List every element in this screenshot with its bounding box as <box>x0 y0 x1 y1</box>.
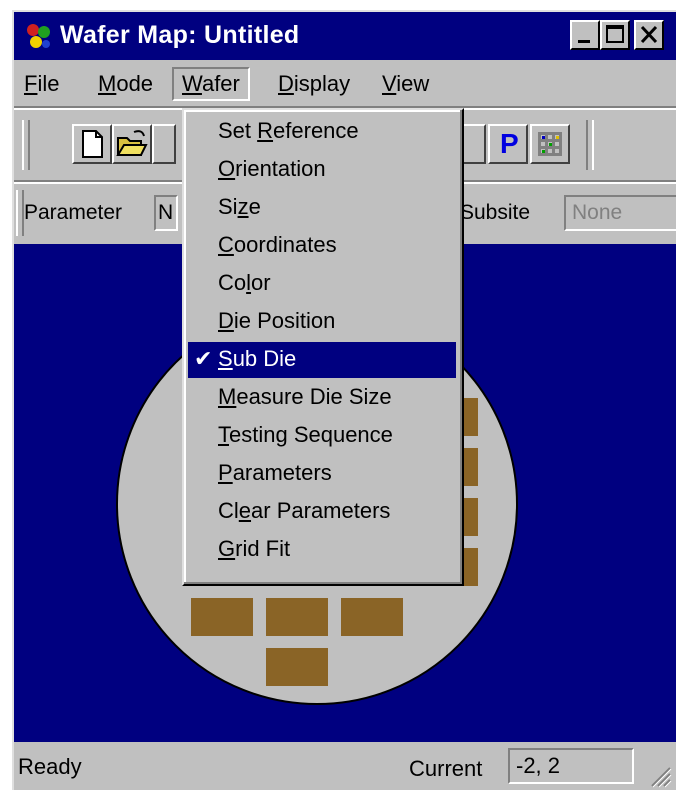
menu-file[interactable]: File <box>16 69 67 99</box>
wafer-menu-item[interactable]: Orientation <box>188 152 456 188</box>
status-text: Ready <box>18 754 82 779</box>
new-document-icon <box>82 130 103 158</box>
wafer-menu-dropdown: Set Reference Orientation Size Coordinates C… <box>182 108 464 586</box>
menu-mode[interactable]: Mode <box>90 69 161 99</box>
wafer-menu-item[interactable]: Measure Die Size <box>188 380 456 416</box>
current-die-value: -2, 2 <box>508 748 634 784</box>
wafer-menu-item[interactable]: Grid Fit <box>188 532 456 568</box>
checkmark-icon: ✔ <box>194 346 213 371</box>
wafer-menu-item[interactable]: Testing Sequence <box>188 418 456 454</box>
main-window: Wafer Map: Untitled File Mode Wafer Disp… <box>12 10 676 790</box>
wafer-map-icon <box>27 24 50 48</box>
grid-icon <box>538 132 562 156</box>
grid-button[interactable] <box>530 124 570 164</box>
wafer-menu-item[interactable]: Die Position <box>188 304 456 340</box>
menu-view[interactable]: View <box>374 69 437 99</box>
wafer-menu-item[interactable]: Coordinates <box>188 228 456 264</box>
menu-bar: File Mode Wafer Display View <box>14 62 676 106</box>
wafer-menu-item[interactable]: Size <box>188 190 456 226</box>
wafer-menu-item[interactable]: ✔ Sub Die <box>188 342 456 378</box>
toolbar-divider <box>586 120 594 170</box>
subsite-select[interactable]: None <box>564 195 676 231</box>
toolbar-grip[interactable] <box>22 120 30 170</box>
new-button[interactable] <box>72 124 112 164</box>
wafer-menu-item[interactable]: Color <box>188 266 456 302</box>
minimize-button[interactable] <box>570 20 600 50</box>
parameter-bar-grip[interactable] <box>16 190 24 236</box>
maximize-icon <box>606 25 624 43</box>
die[interactable] <box>191 598 253 636</box>
wafer-menu-item[interactable]: Clear Parameters <box>188 494 456 530</box>
open-folder-icon <box>116 130 148 156</box>
close-button[interactable] <box>634 20 664 50</box>
resize-grip-icon[interactable] <box>650 766 672 788</box>
p-button[interactable]: P <box>488 124 528 164</box>
die[interactable] <box>341 598 403 636</box>
current-label: Current <box>409 756 483 781</box>
subsite-label: Subsite <box>460 201 531 224</box>
parameter-select[interactable]: N <box>154 195 178 231</box>
close-icon <box>640 25 658 44</box>
minimize-icon <box>578 40 590 43</box>
open-button[interactable] <box>112 124 152 164</box>
window-title: Wafer Map: Untitled <box>60 21 300 49</box>
parameter-label: Parameter <box>24 201 123 224</box>
wafer-menu-item[interactable]: Parameters <box>188 456 456 492</box>
title-bar[interactable]: Wafer Map: Untitled <box>14 12 676 60</box>
toolbar-button-partial[interactable] <box>152 124 176 164</box>
maximize-button[interactable] <box>600 20 630 50</box>
die[interactable] <box>266 598 328 636</box>
p-icon: P <box>500 128 519 159</box>
menu-display[interactable]: Display <box>270 69 358 99</box>
wafer-menu-item[interactable]: Set Reference <box>188 114 456 150</box>
menu-wafer[interactable]: Wafer <box>172 67 250 101</box>
die[interactable] <box>266 648 328 686</box>
status-bar: Ready Current -2, 2 <box>14 744 676 792</box>
